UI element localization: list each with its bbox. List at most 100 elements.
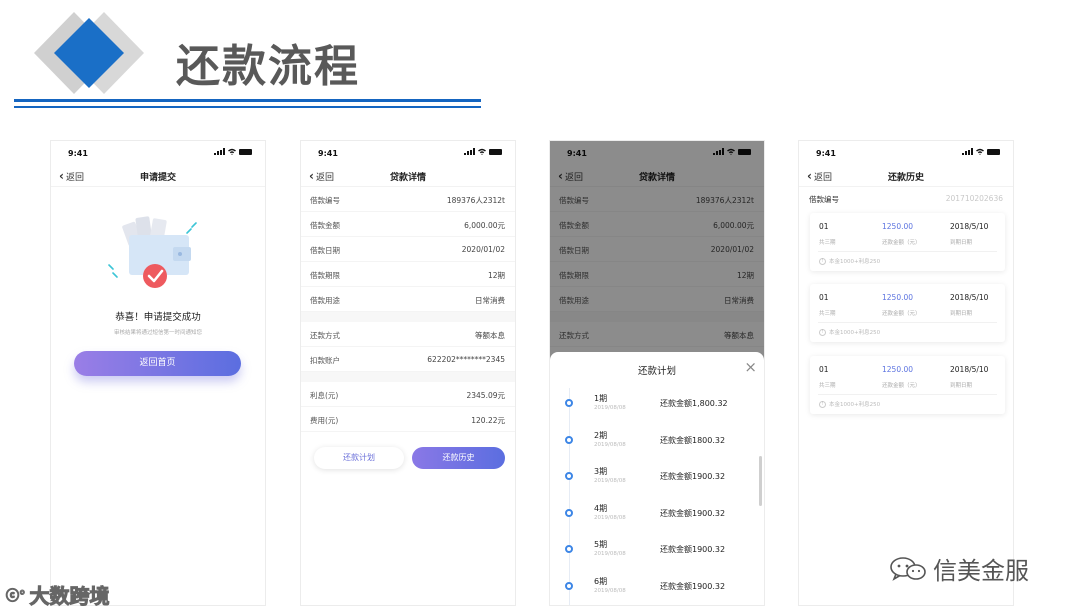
section-gap xyxy=(301,372,515,382)
detail-value: 日常消费 xyxy=(475,296,505,305)
info-icon: ! xyxy=(819,400,826,408)
detail-label: 借款编号 xyxy=(310,196,340,205)
history-date: 2018/5/10 xyxy=(950,293,989,302)
info-icon: ! xyxy=(819,328,826,336)
plan-item: 2期 2019/08/08 还款金额1800.32 xyxy=(550,427,764,457)
nav-bar: ‹ 返回 还款历史 xyxy=(799,165,1013,187)
title-rule-thin xyxy=(14,106,481,108)
history-period-sub: 共三期 xyxy=(819,383,836,389)
plan-amount: 还款金额1900.32 xyxy=(660,509,726,518)
close-icon[interactable]: × xyxy=(744,358,757,376)
status-bar: 9:41 xyxy=(301,141,515,165)
plan-period: 2期 xyxy=(594,431,608,440)
card-divider xyxy=(818,394,997,395)
battery-icon xyxy=(987,149,1000,155)
plan-item: 3期 2019/08/08 还款金额1900.32 xyxy=(550,463,764,493)
history-detail-text: 本金1000+利息250 xyxy=(829,402,881,408)
battery-icon xyxy=(489,149,502,155)
plan-amount: 还款金额1900.32 xyxy=(660,545,726,554)
plan-amount: 还款金额1900.32 xyxy=(660,582,726,591)
detail-value: 120.22元 xyxy=(471,416,505,425)
history-period-sub: 共三期 xyxy=(819,240,836,246)
wifi-icon xyxy=(228,148,236,155)
card-divider xyxy=(818,322,997,323)
history-detail-text: 本金1000+利息250 xyxy=(829,330,881,336)
history-card[interactable]: 01 1250.00 2018/5/10 共三期 还款金额（元） 到期日期 ! 本… xyxy=(810,213,1005,271)
plan-item: 4期 2019/08/08 还款金额1900.32 xyxy=(550,500,764,530)
loan-number-value: 201710202636 xyxy=(945,194,1003,203)
plan-amount: 还款金额1,800.32 xyxy=(660,399,728,408)
detail-label: 扣款账户 xyxy=(310,356,340,365)
nav-title: 申请提交 xyxy=(139,173,176,183)
nav-bar: ‹ 返回 贷款详情 xyxy=(301,165,515,187)
history-date: 2018/5/10 xyxy=(950,365,989,374)
history-date-sub: 到期日期 xyxy=(950,311,973,317)
detail-value: 189376人2312t xyxy=(446,196,505,205)
detail-label: 借款用途 xyxy=(310,296,340,305)
timeline-dot-icon xyxy=(565,582,573,590)
detail-label: 还款方式 xyxy=(310,331,340,340)
nav-title: 贷款详情 xyxy=(389,173,426,183)
return-home-button[interactable]: 返回首页 xyxy=(74,351,241,376)
history-detail: ! 本金1000+利息250 xyxy=(819,257,880,265)
title-rule xyxy=(14,99,481,102)
action-buttons: 还款计划 还款历史 xyxy=(301,447,515,471)
detail-value: 2020/01/02 xyxy=(461,245,505,254)
plan-amount: 还款金额1800.32 xyxy=(660,436,726,445)
history-card[interactable]: 01 1250.00 2018/5/10 共三期 还款金额（元） 到期日期 ! 本… xyxy=(810,356,1005,414)
slide-title: 还款流程 xyxy=(176,41,360,92)
status-time: 9:41 xyxy=(318,149,338,158)
detail-row: 借款期限 12期 xyxy=(301,262,515,287)
success-subtext: 审核结果将通过短信第一时间通知您 xyxy=(113,330,202,336)
watermark-left-text: 大数跨境 xyxy=(29,584,110,609)
nav-title: 还款历史 xyxy=(887,173,924,183)
history-card[interactable]: 01 1250.00 2018/5/10 共三期 还款金额（元） 到期日期 ! 本… xyxy=(810,284,1005,342)
wifi-icon xyxy=(976,148,984,155)
plan-date: 2019/08/08 xyxy=(594,515,626,521)
card-divider xyxy=(818,251,997,252)
detail-value: 6,000.00元 xyxy=(464,221,505,230)
plan-period: 1期 xyxy=(594,394,608,403)
detail-row: 扣款账户 622202********2345 xyxy=(301,347,515,372)
history-period: 01 xyxy=(819,293,829,302)
history-period-sub: 共三期 xyxy=(819,311,836,317)
signal-icon xyxy=(962,148,973,155)
history-period: 01 xyxy=(819,365,829,374)
timeline-dot-icon xyxy=(565,399,573,407)
detail-label: 利息(元) xyxy=(310,391,339,400)
timeline-dot-icon xyxy=(565,545,573,553)
success-message: 恭喜！申请提交成功 xyxy=(115,312,201,323)
plan-date: 2019/08/08 xyxy=(594,442,626,448)
history-amount: 1250.00 xyxy=(882,365,914,374)
phone-screen-repayment-plan: 9:41 ‹ 返回 贷款详情 借款编号 189376人2312t 借款金额 6,000… xyxy=(549,140,765,606)
detail-value: 2345.09元 xyxy=(466,391,505,400)
scrollbar[interactable] xyxy=(759,456,762,506)
plan-date: 2019/08/08 xyxy=(594,405,626,411)
repayment-plan-sheet: 还款计划 × 1期 2019/08/08 还款金额1,800.32 2期 2019/0… xyxy=(550,352,764,605)
history-amount-sub: 还款金额（元） xyxy=(882,383,921,389)
status-bar: 9:41 xyxy=(51,141,265,165)
plan-period: 5期 xyxy=(594,540,608,549)
logo-diamonds-icon xyxy=(34,12,144,94)
detail-row: 利息(元) 2345.09元 xyxy=(301,382,515,407)
signal-icon xyxy=(214,148,225,155)
history-date-sub: 到期日期 xyxy=(950,240,973,246)
loan-number-row: 借款编号 201710202636 xyxy=(799,187,1013,209)
plan-date: 2019/08/08 xyxy=(594,478,626,484)
detail-label: 借款金额 xyxy=(310,221,340,230)
detail-row: 借款用途 日常消费 xyxy=(301,287,515,312)
history-date: 2018/5/10 xyxy=(950,222,989,231)
watermark-left: ⓒ° 大数跨境 xyxy=(6,580,111,609)
wallet-success-illustration-icon xyxy=(108,216,197,288)
repayment-history-button[interactable]: 还款历史 xyxy=(412,447,505,469)
timeline-dot-icon xyxy=(565,436,573,444)
repayment-plan-button[interactable]: 还款计划 xyxy=(314,447,404,469)
history-detail-text: 本金1000+利息250 xyxy=(829,259,881,265)
history-detail: ! 本金1000+利息250 xyxy=(819,400,880,408)
watermark-right-text: 信美金服 xyxy=(933,557,1029,585)
status-time: 9:41 xyxy=(816,149,836,158)
battery-icon xyxy=(239,149,252,155)
watermark-right: 信美金服 xyxy=(889,551,1029,586)
nav-bar: ‹ 返回 申请提交 xyxy=(51,165,265,187)
phone-screen-repayment-history: 9:41 ‹ 返回 还款历史 借款编号 201710202636 01 1250.… xyxy=(798,140,1014,606)
